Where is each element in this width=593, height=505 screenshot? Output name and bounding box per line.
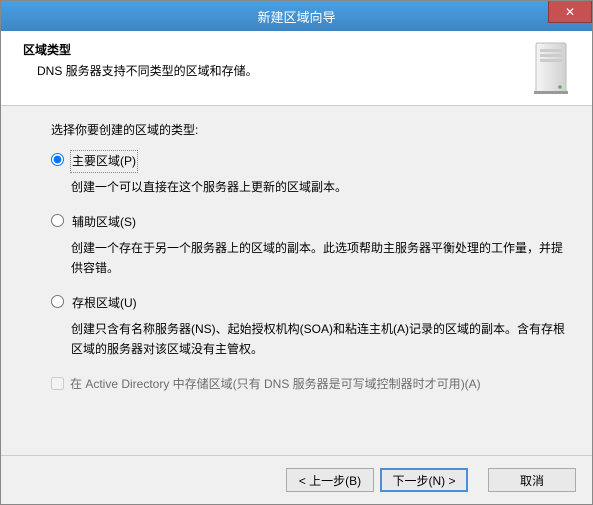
radio-primary-zone[interactable] [51, 153, 64, 166]
store-in-ad-row: 在 Active Directory 中存储区域(只有 DNS 服务器是可写域控… [51, 374, 572, 394]
option-primary-zone[interactable]: 主要区域(P) [51, 150, 572, 172]
title-bar: 新建区域向导 ✕ [1, 1, 592, 31]
cancel-button[interactable]: 取消 [488, 468, 576, 492]
next-button[interactable]: 下一步(N) > [380, 468, 468, 492]
option-stub-zone-desc: 创建只含有名称服务器(NS)、起始授权机构(SOA)和粘连主机(A)记录的区域的… [71, 319, 572, 360]
store-in-ad-label: 在 Active Directory 中存储区域(只有 DNS 服务器是可写域控… [70, 374, 481, 394]
option-secondary-zone[interactable]: 辅助区域(S) [51, 211, 572, 233]
option-stub-zone-label: 存根区域(U) [70, 292, 139, 314]
wizard-footer: < 上一步(B) 下一步(N) > 取消 [1, 455, 592, 504]
radio-secondary-zone[interactable] [51, 214, 64, 227]
close-button[interactable]: ✕ [548, 1, 592, 23]
wizard-header: 区域类型 DNS 服务器支持不同类型的区域和存储。 [1, 31, 592, 106]
zone-type-prompt: 选择你要创建的区域的类型: [51, 120, 572, 140]
option-stub-zone[interactable]: 存根区域(U) [51, 292, 572, 314]
option-primary-zone-desc: 创建一个可以直接在这个服务器上更新的区域副本。 [71, 177, 572, 197]
option-primary-zone-label: 主要区域(P) [70, 150, 138, 172]
server-icon [532, 41, 574, 95]
header-title: 区域类型 [23, 41, 522, 58]
wizard-body: 选择你要创建的区域的类型: 主要区域(P) 创建一个可以直接在这个服务器上更新的… [1, 106, 592, 455]
store-in-ad-checkbox [51, 377, 64, 390]
header-text: 区域类型 DNS 服务器支持不同类型的区域和存储。 [23, 41, 522, 79]
close-icon: ✕ [565, 5, 575, 19]
radio-stub-zone[interactable] [51, 295, 64, 308]
back-button[interactable]: < 上一步(B) [286, 468, 374, 492]
window-title: 新建区域向导 [257, 7, 335, 26]
header-desc: DNS 服务器支持不同类型的区域和存储。 [37, 62, 522, 79]
option-secondary-zone-label: 辅助区域(S) [70, 211, 138, 233]
wizard-content: 区域类型 DNS 服务器支持不同类型的区域和存储。 选择你要创建的区域的类型: … [1, 31, 592, 504]
option-secondary-zone-desc: 创建一个存在于另一个服务器上的区域的副本。此选项帮助主服务器平衡处理的工作量，并… [71, 238, 572, 279]
